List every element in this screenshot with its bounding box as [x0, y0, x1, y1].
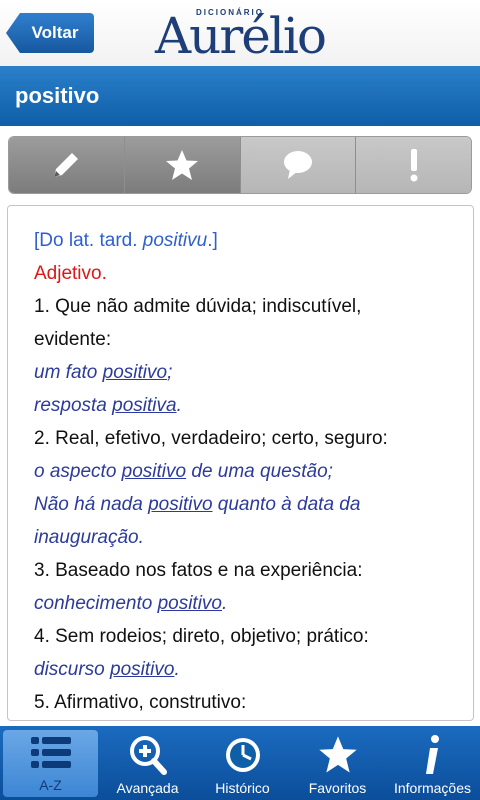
headword-link[interactable]: positivo	[110, 659, 174, 680]
example-line: conhecimento positivo.	[34, 593, 228, 614]
tab-avancada[interactable]: Avançada	[100, 726, 195, 800]
tab-informacoes[interactable]: Informações	[385, 726, 480, 800]
back-button[interactable]: Voltar	[6, 13, 94, 53]
headword-link[interactable]: positivo	[122, 461, 186, 482]
example-line-continued: inauguração.	[34, 527, 144, 548]
entry-title: positivo	[15, 83, 100, 108]
tab-label: Histórico	[215, 780, 270, 796]
star-icon	[166, 150, 199, 180]
comment-button[interactable]	[240, 137, 357, 193]
headword-link[interactable]: positiva	[112, 395, 176, 416]
sense-1-continued: evidente:	[34, 329, 112, 350]
example-line: o aspecto positivo de uma questão;	[34, 461, 333, 482]
bottom-tab-bar: A-Z Avançada Histórico Favoritos Informa…	[0, 726, 480, 800]
zoom-plus-icon	[129, 736, 167, 775]
tab-label: Avançada	[116, 780, 179, 796]
favorite-button[interactable]	[124, 137, 241, 193]
tab-historico[interactable]: Histórico	[195, 726, 290, 800]
report-button[interactable]	[356, 137, 471, 193]
info-icon	[425, 735, 439, 774]
definition-card: [Do lat. tard. positivu.] Adjetivo. 1. Q…	[7, 205, 474, 721]
sense-1: 1. Que não admite dúvida; indiscutível,	[34, 296, 362, 317]
logo-title: Aurélio	[155, 7, 327, 65]
sense-2: 2. Real, efetivo, verdadeiro; certo, seg…	[34, 428, 388, 449]
sense-4: 4. Sem rodeios; direto, objetivo; prátic…	[34, 626, 369, 647]
example-line: um fato positivo;	[34, 362, 173, 383]
example-line: resposta positiva.	[34, 395, 182, 416]
clock-icon	[225, 738, 260, 772]
tab-a-z[interactable]: A-Z	[3, 730, 98, 797]
tab-label: Informações	[393, 780, 472, 796]
example-line: discurso positivo.	[34, 659, 180, 680]
entry-title-bar: positivo	[0, 66, 480, 126]
entry-toolbar	[8, 136, 472, 194]
star-icon	[318, 736, 357, 773]
exclamation-icon	[410, 149, 418, 182]
headword-link[interactable]: positivo	[158, 593, 222, 614]
aurelio-logo: DICIONÁRIO Aurélio	[140, 2, 340, 64]
example-line: Não há nada positivo quanto à data da	[34, 494, 361, 515]
word-class: Adjetivo.	[34, 263, 107, 284]
headword-link[interactable]: positivo	[103, 362, 167, 383]
pencil-icon	[54, 153, 79, 177]
tab-favoritos[interactable]: Favoritos	[290, 726, 385, 800]
sense-3: 3. Baseado nos fatos e na experiência:	[34, 560, 363, 581]
app-header: Voltar DICIONÁRIO Aurélio	[0, 0, 480, 66]
headword-link[interactable]: positivo	[148, 494, 212, 515]
edit-note-button[interactable]	[9, 137, 125, 193]
tab-label: Favoritos	[308, 780, 367, 796]
tab-label: A-Z	[39, 777, 62, 793]
sense-5: 5. Afirmativo, construtivo:	[34, 692, 247, 713]
definition-text: [Do lat. tard. positivu.] Adjetivo. 1. Q…	[34, 224, 454, 719]
speech-bubble-icon	[283, 151, 312, 179]
list-icon	[30, 737, 71, 768]
etymology-line: [Do lat. tard. positivu.]	[34, 230, 218, 251]
